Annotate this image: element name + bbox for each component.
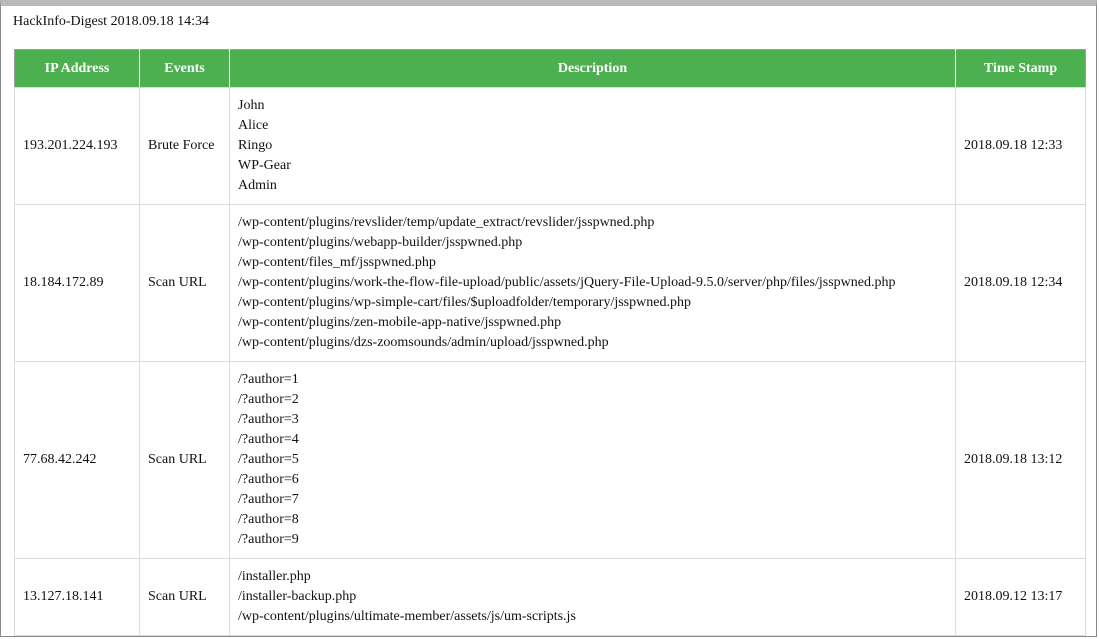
table-row: 77.68.42.242 Scan URL /?author=1 /?author=2… xyxy=(14,361,1086,559)
description-line: /wp-content/plugins/dzs-zoomsounds/admin… xyxy=(238,335,609,350)
description-line: /?author=2 xyxy=(238,392,299,407)
description-line: /installer-backup.php xyxy=(238,589,357,604)
digest-title: HackInfo-Digest 2018.09.18 14:34 xyxy=(13,14,209,29)
description-line: /wp-content/plugins/wp-simple-cart/files… xyxy=(238,295,691,310)
description-line: WP-Gear xyxy=(238,158,291,173)
cell-description: /installer.php/installer-backup.php/wp-c… xyxy=(229,558,956,636)
description-line: /?author=9 xyxy=(238,532,299,547)
table-row: 18.184.172.89 Scan URL/wp-content/plugins… xyxy=(14,204,1086,362)
description-line: Ringo xyxy=(238,138,273,153)
description-line: /wp-content/files_mf/jsspwned.php xyxy=(238,255,436,270)
description-line: /?author=1 xyxy=(238,372,299,387)
cell-description: John Alice Ringo WP-Gear Admin xyxy=(229,87,956,205)
description-line: /wp-content/plugins/revslider/temp/updat… xyxy=(238,215,655,230)
column-header-timestamp: Time Stamp xyxy=(955,49,1086,88)
events-table: IP Address Events Description Time Stamp… xyxy=(14,49,1086,636)
cell-timestamp: 2018.09.18 12:34 xyxy=(955,204,1086,362)
description-line: /wp-content/plugins/work-the-flow-file-u… xyxy=(238,275,896,290)
cell-ip-address: 77.68.42.242 xyxy=(14,361,140,559)
cell-event: Scan URL xyxy=(139,361,230,559)
description-line: /wp-content/plugins/ultimate-member/asse… xyxy=(238,609,576,624)
column-header-ip: IP Address xyxy=(14,49,140,88)
cell-ip-address: 193.201.224.193 xyxy=(14,87,140,205)
description-line: /?author=7 xyxy=(238,492,299,507)
description-line: /?author=3 xyxy=(238,412,299,427)
description-line: Admin xyxy=(238,178,277,193)
column-header-description: Description xyxy=(229,49,956,88)
cell-timestamp: 2018.09.12 13:17 xyxy=(955,558,1086,636)
cell-event: Brute Force xyxy=(139,87,230,205)
column-header-events: Events xyxy=(139,49,230,88)
description-line: /?author=6 xyxy=(238,472,299,487)
table-row: 193.201.224.193 Brute Force John Alice Ringo… xyxy=(14,87,1086,205)
table-body: 193.201.224.193 Brute Force John Alice Ringo… xyxy=(14,87,1086,636)
cell-ip-address: 13.127.18.141 xyxy=(14,558,140,636)
description-line: /?author=4 xyxy=(238,432,299,447)
description-line: Alice xyxy=(238,118,269,133)
cell-event: Scan URL xyxy=(139,204,230,362)
cell-timestamp: 2018.09.18 13:12 xyxy=(955,361,1086,559)
description-line: /?author=8 xyxy=(238,512,299,527)
table-row: 13.127.18.141 Scan URL/installer.php/inst… xyxy=(14,558,1086,636)
description-line: John xyxy=(238,98,265,113)
cell-event: Scan URL xyxy=(139,558,230,636)
description-line: /installer.php xyxy=(238,569,311,584)
cell-timestamp: 2018.09.18 12:33 xyxy=(955,87,1086,205)
description-line: /wp-content/plugins/webapp-builder/jsspw… xyxy=(238,235,523,250)
table-header-row: IP Address Events Description Time Stamp xyxy=(14,49,1086,88)
description-line: /wp-content/plugins/zen-mobile-app-nativ… xyxy=(238,315,562,330)
cell-ip-address: 18.184.172.89 xyxy=(14,204,140,362)
description-line: /?author=5 xyxy=(238,452,299,467)
cell-description: /?author=1 /?author=2 /?author=3 /?author=4… xyxy=(229,361,956,559)
cell-description: /wp-content/plugins/revslider/temp/updat… xyxy=(229,204,956,362)
